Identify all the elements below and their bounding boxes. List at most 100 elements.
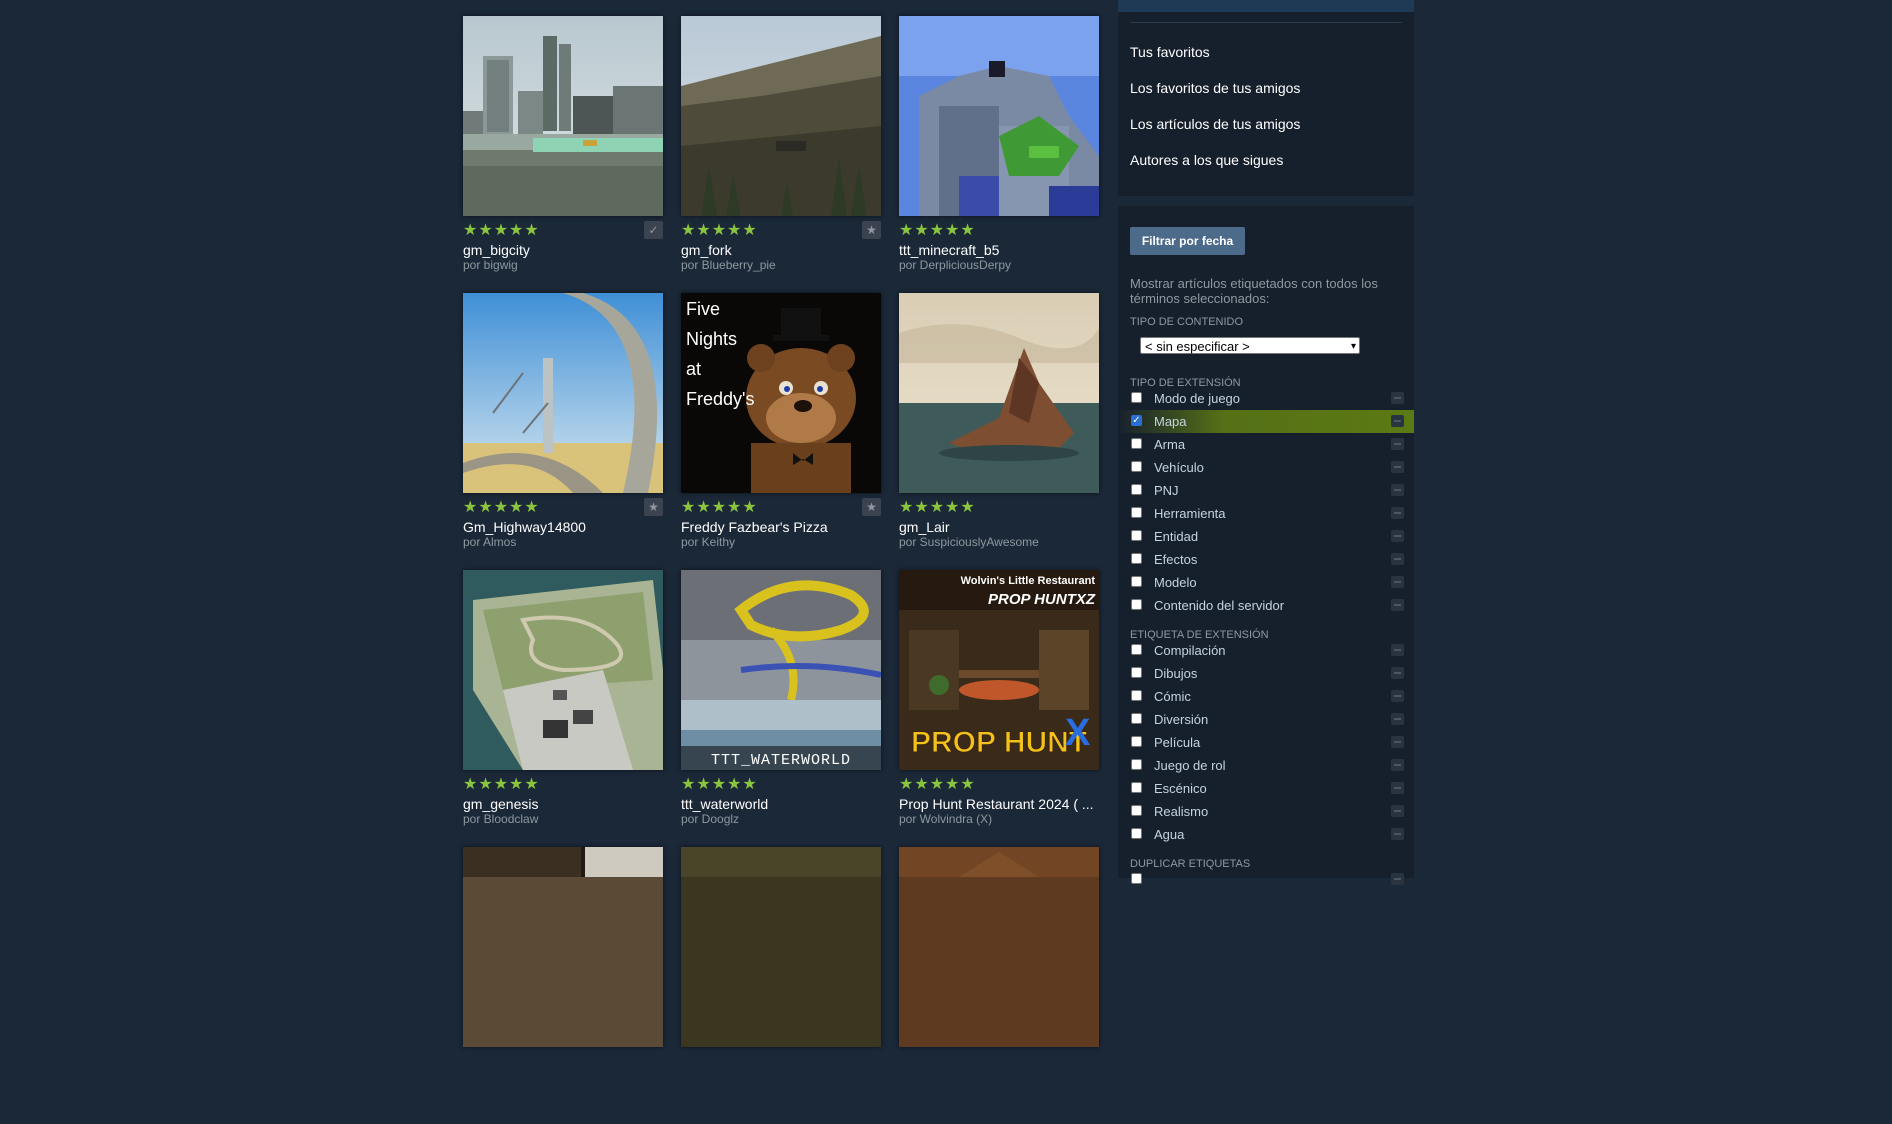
checkbox-row-pnj[interactable]: PNJ	[1118, 479, 1414, 502]
workshop-item[interactable]: ★★★★★ ✓ gm_bigcity por bigwig	[463, 16, 663, 293]
exclude-minus-icon[interactable]	[1391, 644, 1404, 656]
item-author[interactable]: por Wolvindra (X)	[899, 812, 1099, 826]
item-title[interactable]: gm_genesis	[463, 796, 663, 812]
checkbox[interactable]	[1131, 576, 1142, 587]
item-thumbnail[interactable]	[681, 16, 881, 216]
link-your-favorites[interactable]: Tus favoritos	[1130, 44, 1210, 60]
item-title[interactable]: gm_bigcity	[463, 242, 663, 258]
item-thumbnail[interactable]	[463, 570, 663, 770]
item-author[interactable]: por Bloodclaw	[463, 812, 663, 826]
favorite-star-icon[interactable]: ★	[644, 498, 663, 516]
exclude-minus-icon[interactable]	[1391, 667, 1404, 679]
exclude-minus-icon[interactable]	[1391, 828, 1404, 840]
checkbox-row-compilacion[interactable]: Compilación	[1118, 639, 1414, 662]
exclude-minus-icon[interactable]	[1391, 713, 1404, 725]
item-thumbnail[interactable]	[463, 293, 663, 493]
item-author[interactable]: por Dooglz	[681, 812, 881, 826]
checkbox[interactable]	[1131, 667, 1142, 678]
exclude-minus-icon[interactable]	[1391, 392, 1404, 404]
item-title[interactable]: ttt_waterworld	[681, 796, 881, 812]
checkbox[interactable]	[1131, 461, 1142, 472]
checkbox-row-juego-de-rol[interactable]: Juego de rol	[1118, 754, 1414, 777]
exclude-minus-icon[interactable]	[1391, 415, 1404, 427]
workshop-item[interactable]	[463, 847, 663, 1124]
checkbox[interactable]	[1131, 599, 1142, 610]
checkbox-row-efectos[interactable]: Efectos	[1118, 548, 1414, 571]
exclude-minus-icon[interactable]	[1391, 530, 1404, 542]
workshop-item[interactable]: ★★★★★ ttt_minecraft_b5 por DerpliciousDe…	[899, 16, 1099, 293]
checkbox-row-pelicula[interactable]: Película	[1118, 731, 1414, 754]
exclude-minus-icon[interactable]	[1391, 759, 1404, 771]
item-thumbnail[interactable]	[681, 847, 881, 1047]
checkbox[interactable]	[1131, 530, 1142, 541]
workshop-item[interactable]: ★★★★★ gm_Lair por SuspiciouslyAwesome	[899, 293, 1099, 570]
checkbox-row-entidad[interactable]: Entidad	[1118, 525, 1414, 548]
checkbox-row-diversion[interactable]: Diversión	[1118, 708, 1414, 731]
link-friends-favorites[interactable]: Los favoritos de tus amigos	[1130, 80, 1300, 96]
checkbox-row-partial[interactable]	[1118, 868, 1414, 891]
checkbox-checked[interactable]: ✓	[1131, 415, 1142, 426]
checkbox[interactable]	[1131, 759, 1142, 770]
workshop-item[interactable]: ★★★★★ gm_genesis por Bloodclaw	[463, 570, 663, 847]
exclude-minus-icon[interactable]	[1391, 438, 1404, 450]
checkbox-row-mapa[interactable]: ✓ Mapa	[1118, 410, 1414, 433]
exclude-minus-icon[interactable]	[1391, 576, 1404, 588]
item-title[interactable]: gm_fork	[681, 242, 881, 258]
workshop-item[interactable]: ★★★★★ ★ gm_fork por Blueberry_pie	[681, 16, 881, 293]
workshop-item[interactable]: Five Nights at Freddy's ★★★★★ ★ Freddy F…	[681, 293, 881, 570]
workshop-item[interactable]: TTT_WATERWORLD ★★★★★ ttt_waterworld por …	[681, 570, 881, 847]
checkbox-row-herramienta[interactable]: Herramienta	[1118, 502, 1414, 525]
workshop-item[interactable]: ★★★★★ ★ Gm_Highway14800 por Almos	[463, 293, 663, 570]
exclude-minus-icon[interactable]	[1391, 507, 1404, 519]
checkbox[interactable]	[1131, 507, 1142, 518]
workshop-item[interactable]: Wolvin's Little Restaurant PROP HUNTXZ P…	[899, 570, 1099, 847]
item-title[interactable]: Prop Hunt Restaurant 2024 ( ...	[899, 796, 1099, 812]
exclude-minus-icon[interactable]	[1391, 599, 1404, 611]
checkbox-row-modelo[interactable]: Modelo	[1118, 571, 1414, 594]
checkbox-row-modo-de-juego[interactable]: Modo de juego	[1118, 387, 1414, 410]
item-author[interactable]: por Blueberry_pie	[681, 258, 881, 272]
workshop-item[interactable]	[681, 847, 881, 1124]
item-title[interactable]: Gm_Highway14800	[463, 519, 663, 535]
workshop-item[interactable]	[899, 847, 1099, 1124]
item-thumbnail[interactable]: Five Nights at Freddy's	[681, 293, 881, 493]
link-followed-authors[interactable]: Autores a los que sigues	[1130, 152, 1283, 168]
checkbox-row-escenico[interactable]: Escénico	[1118, 777, 1414, 800]
item-thumbnail[interactable]	[899, 16, 1099, 216]
item-thumbnail[interactable]: TTT_WATERWORLD	[681, 570, 881, 770]
checkbox-row-vehiculo[interactable]: Vehículo	[1118, 456, 1414, 479]
checkbox[interactable]	[1131, 553, 1142, 564]
item-author[interactable]: por DerpliciousDerpy	[899, 258, 1099, 272]
item-thumbnail[interactable]	[463, 16, 663, 216]
checkbox[interactable]	[1131, 782, 1142, 793]
checkbox-row-realismo[interactable]: Realismo	[1118, 800, 1414, 823]
exclude-minus-icon[interactable]	[1391, 873, 1404, 885]
item-thumbnail[interactable]	[899, 847, 1099, 1047]
item-thumbnail[interactable]	[463, 847, 663, 1047]
checkbox[interactable]	[1131, 438, 1142, 449]
item-thumbnail[interactable]	[899, 293, 1099, 493]
checkbox[interactable]	[1131, 873, 1142, 884]
exclude-minus-icon[interactable]	[1391, 553, 1404, 565]
checkbox-row-dibujos[interactable]: Dibujos	[1118, 662, 1414, 685]
exclude-minus-icon[interactable]	[1391, 805, 1404, 817]
checkbox[interactable]	[1131, 644, 1142, 655]
checkbox[interactable]	[1131, 805, 1142, 816]
item-author[interactable]: por SuspiciouslyAwesome	[899, 535, 1099, 549]
exclude-minus-icon[interactable]	[1391, 736, 1404, 748]
checkbox[interactable]	[1131, 828, 1142, 839]
exclude-minus-icon[interactable]	[1391, 782, 1404, 794]
exclude-minus-icon[interactable]	[1391, 461, 1404, 473]
favorite-star-icon[interactable]: ★	[862, 498, 881, 516]
link-friends-items[interactable]: Los artículos de tus amigos	[1130, 116, 1300, 132]
checkbox-row-contenido-del-servidor[interactable]: Contenido del servidor	[1118, 594, 1414, 617]
filter-by-date-button[interactable]: Filtrar por fecha	[1130, 227, 1245, 255]
item-author[interactable]: por Almos	[463, 535, 663, 549]
checkbox-row-agua[interactable]: Agua	[1118, 823, 1414, 846]
item-title[interactable]: ttt_minecraft_b5	[899, 242, 1099, 258]
checkbox[interactable]	[1131, 690, 1142, 701]
checkbox[interactable]	[1131, 484, 1142, 495]
checkbox[interactable]	[1131, 392, 1142, 403]
checkbox-row-arma[interactable]: Arma	[1118, 433, 1414, 456]
item-thumbnail[interactable]: Wolvin's Little Restaurant PROP HUNTXZ P…	[899, 570, 1099, 770]
